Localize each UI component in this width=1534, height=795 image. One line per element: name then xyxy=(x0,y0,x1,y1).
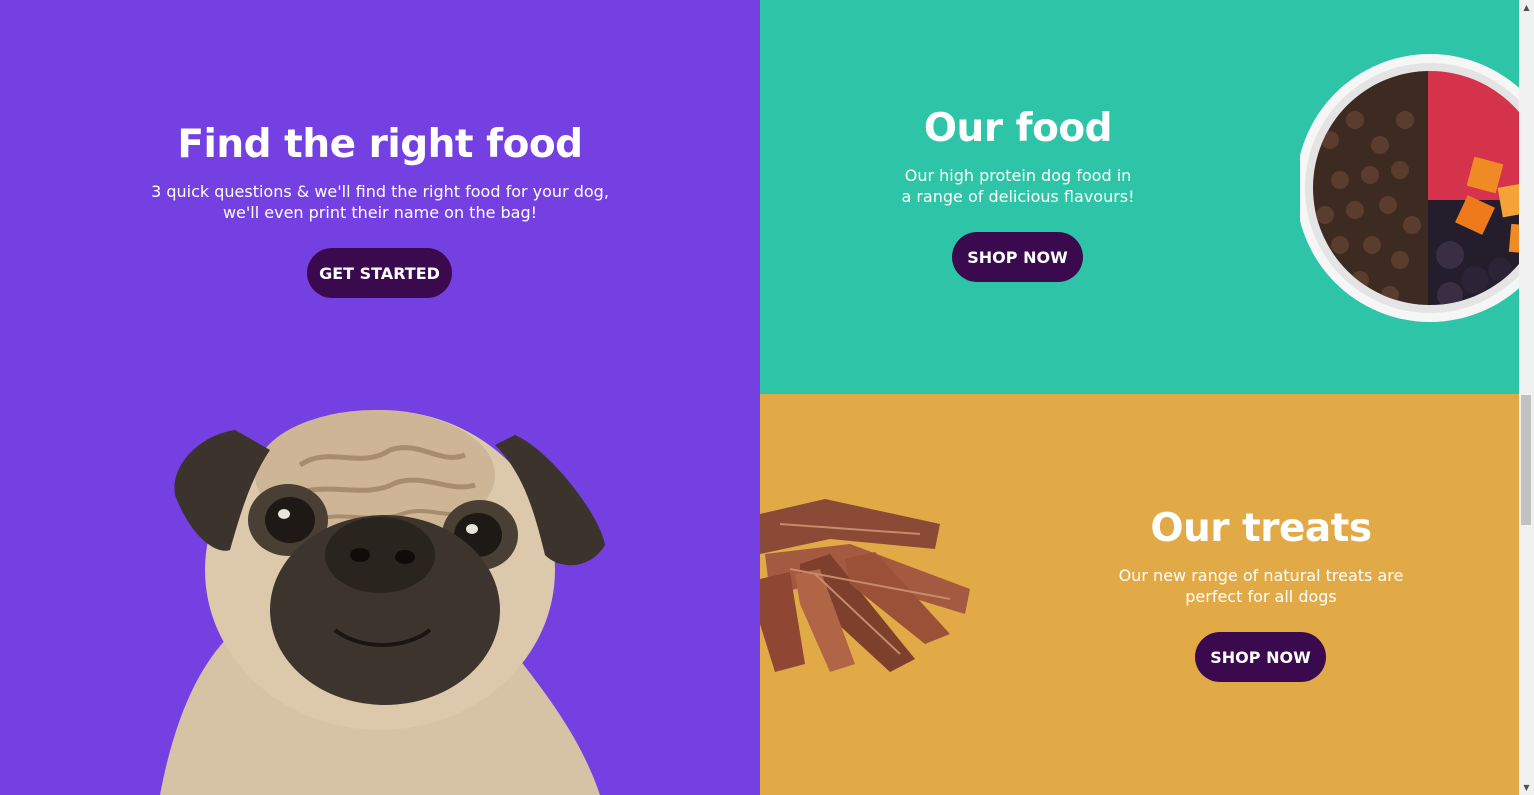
treats-image xyxy=(760,499,970,672)
find-food-title: Find the right food xyxy=(177,122,583,167)
food-bowl-image xyxy=(1300,54,1519,322)
our-food-description: Our high protein dog food in a range of … xyxy=(901,166,1135,206)
get-started-button[interactable]: GET STARTED xyxy=(307,248,452,298)
scrollbar-thumb[interactable] xyxy=(1521,395,1531,525)
scroll-up-arrow-icon[interactable]: ▲ xyxy=(1519,0,1534,15)
our-treats-panel: Our treats Our new range of natural trea… xyxy=(760,394,1519,795)
our-food-panel: Our food Our high protein dog food in a … xyxy=(760,0,1519,394)
shop-food-button[interactable]: SHOP NOW xyxy=(952,232,1083,282)
find-food-description: 3 quick questions & we'll find the right… xyxy=(151,182,609,222)
scroll-down-arrow-icon[interactable]: ▼ xyxy=(1519,780,1534,795)
find-food-panel: Find the right food 3 quick questions & … xyxy=(0,0,760,795)
our-food-title: Our food xyxy=(923,106,1113,151)
page-scrollbar[interactable]: ▲ ▼ xyxy=(1519,0,1534,795)
shop-treats-button[interactable]: SHOP NOW xyxy=(1195,632,1326,682)
pug-image xyxy=(160,410,605,795)
our-treats-title: Our treats xyxy=(1150,506,1372,551)
our-treats-description: Our new range of natural treats are perf… xyxy=(1118,566,1404,606)
